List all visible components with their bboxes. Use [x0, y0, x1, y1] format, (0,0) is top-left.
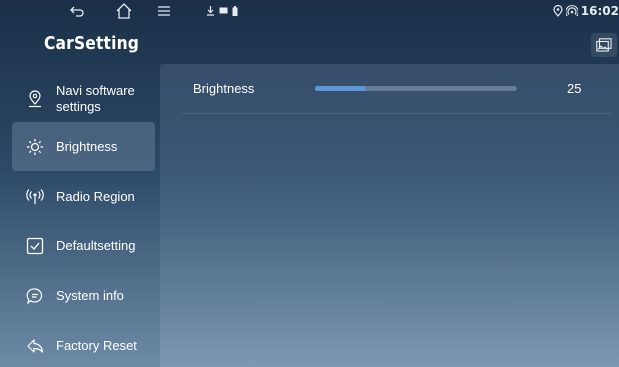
sidebar-item-label: Radio Region: [56, 188, 135, 204]
sidebar-item-brightness[interactable]: Brightness: [12, 122, 155, 171]
sidebar-item-label: Defaultsetting: [56, 237, 136, 253]
brightness-value: 25: [567, 81, 582, 96]
app-title: CarSetting: [44, 33, 140, 54]
sidebar-item-label: System info: [56, 287, 124, 303]
main-panel: Brightness 25: [160, 64, 619, 367]
sidebar-item-label: Factory Reset: [56, 337, 137, 353]
image-gallery-icon: [596, 38, 612, 52]
brightness-slider-fill: [315, 86, 366, 91]
sidebar-item-defaultsetting[interactable]: Defaultsetting: [12, 221, 155, 270]
battery-icon: [232, 6, 238, 16]
status-bar: 16:02: [0, 0, 619, 28]
location-icon: [553, 5, 563, 17]
checkbox-icon: [26, 237, 44, 255]
sidebar: Navi software settings Brightness Radio …: [0, 70, 160, 367]
chat-icon: [26, 287, 44, 305]
location-pin-icon: [26, 89, 44, 108]
hotspot-icon: [565, 5, 578, 17]
download-icon: [207, 6, 214, 16]
sidebar-item-factory-reset[interactable]: Factory Reset: [12, 321, 155, 367]
sidebar-item-radio-region[interactable]: Radio Region: [12, 172, 155, 221]
sidebar-item-navi-software-settings[interactable]: Navi software settings: [12, 74, 155, 123]
brightness-slider[interactable]: [315, 86, 517, 91]
brightness-label: Brightness: [193, 81, 255, 96]
brightness-row: Brightness 25: [160, 64, 619, 114]
reply-icon: [26, 337, 44, 355]
gallery-button[interactable]: [591, 33, 617, 57]
status-clock: 16:02: [580, 4, 619, 18]
message-icon: [219, 7, 228, 14]
sidebar-item-label: Brightness: [56, 138, 118, 154]
sun-icon: [26, 138, 44, 156]
sidebar-item-label: Navi software settings: [56, 82, 135, 114]
menu-icon[interactable]: [156, 3, 172, 19]
notification-icons: [206, 5, 238, 17]
divider: [182, 113, 612, 114]
back-icon[interactable]: [69, 3, 85, 19]
sidebar-item-system-info[interactable]: System info: [12, 271, 155, 320]
radio-icon: [26, 188, 44, 206]
home-icon[interactable]: [115, 2, 133, 20]
status-right: 16:02: [553, 2, 619, 20]
